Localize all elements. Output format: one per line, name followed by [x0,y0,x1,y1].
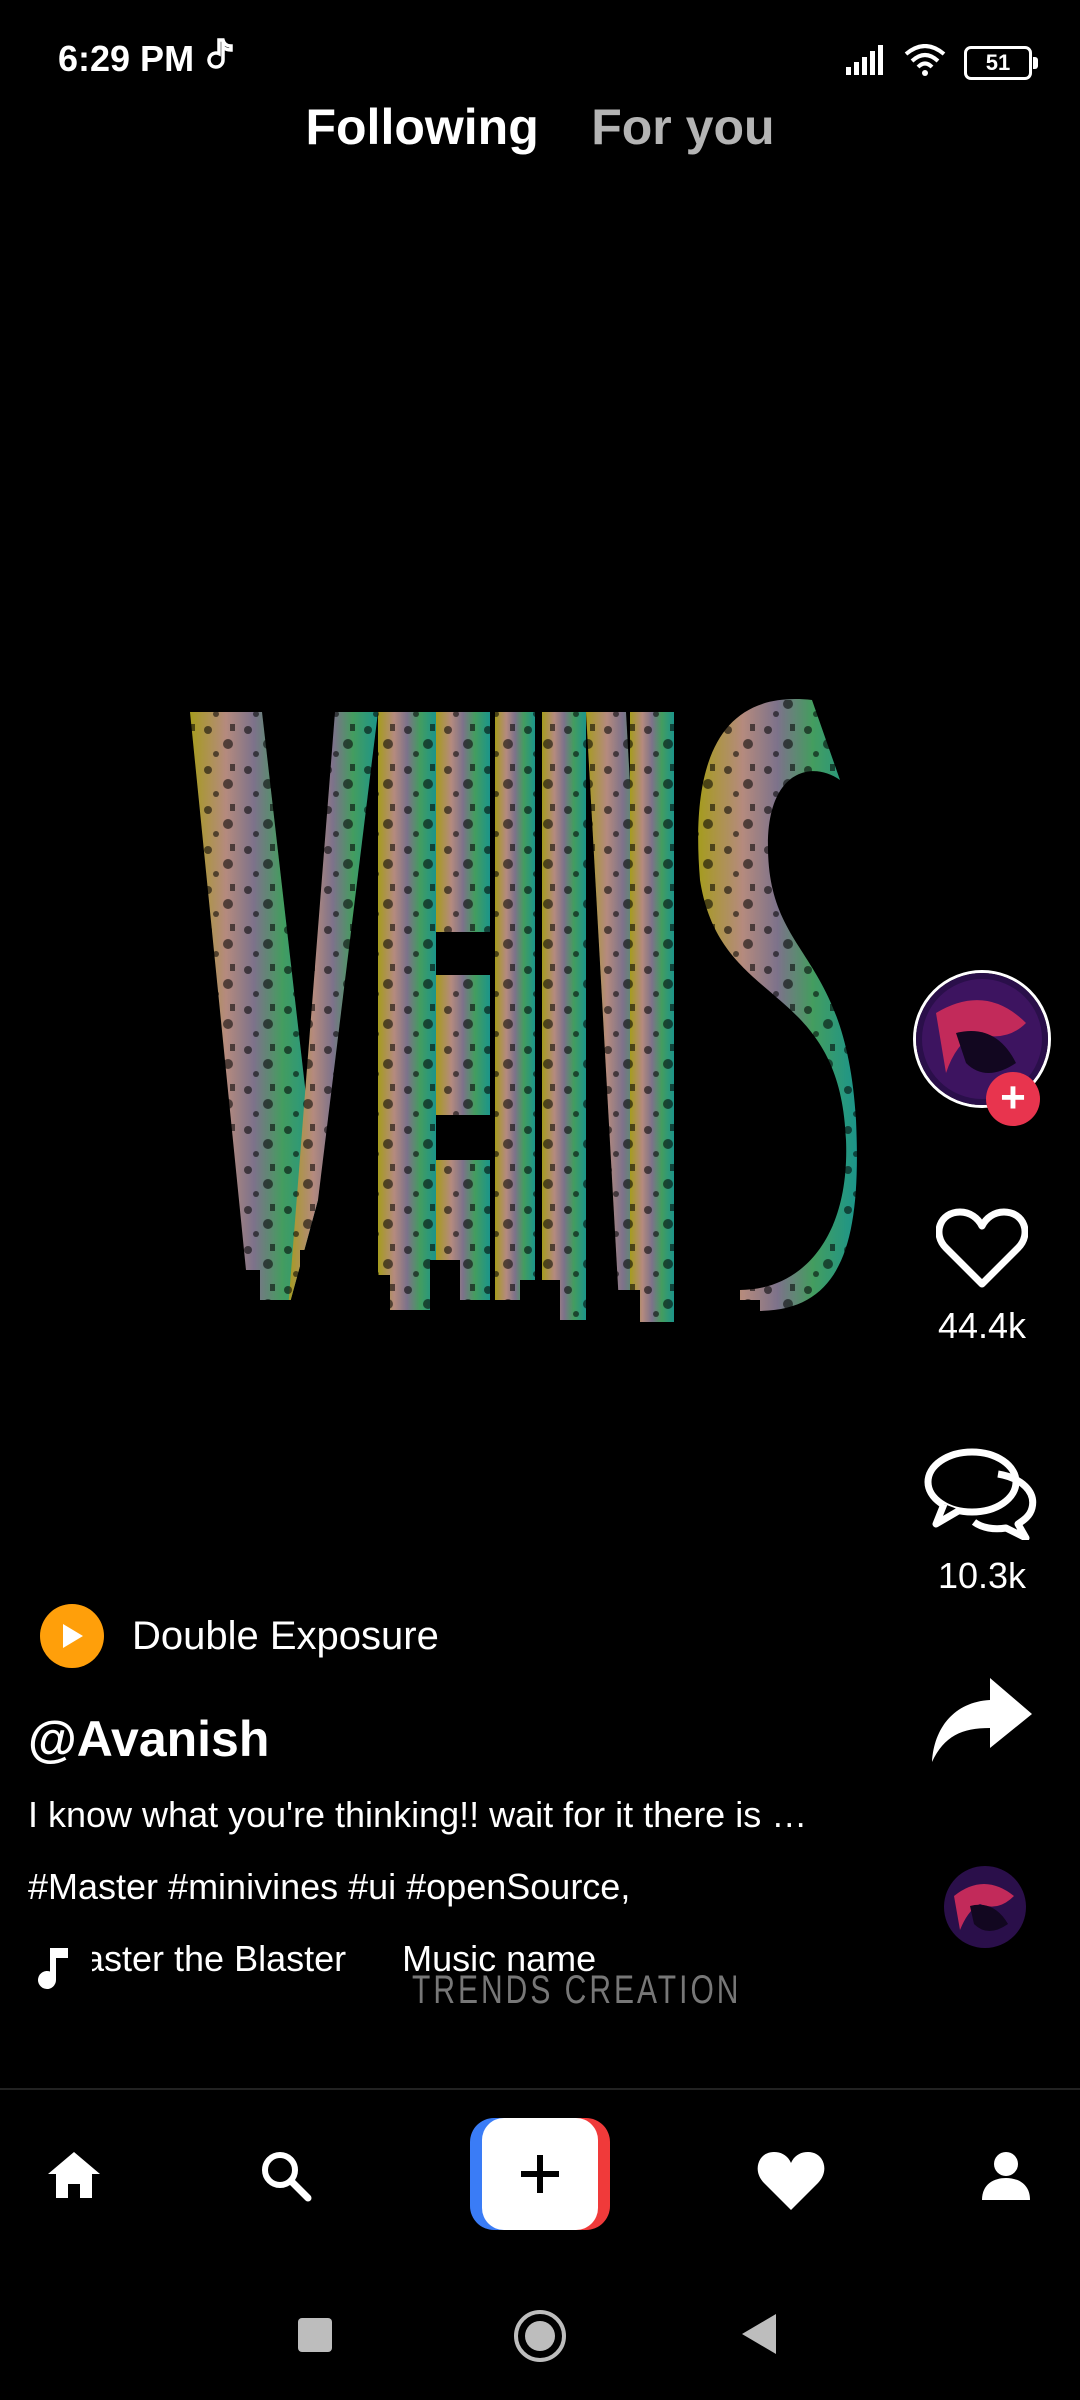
follow-plus-button[interactable]: + [986,1072,1040,1126]
music-title: Master the Blaster [92,1938,347,1979]
system-nav-bar [0,2290,1080,2400]
search-icon[interactable] [260,2150,312,2207]
create-plus-icon[interactable] [470,2118,610,2230]
creator-avatar[interactable]: + [912,970,1052,1126]
share-arrow-icon [928,1678,1036,1770]
home-icon[interactable] [46,2150,102,2205]
post-hashtags[interactable]: #Master #minivines #ui #openSource, [28,1866,630,1908]
battery-icon: 51 [964,45,1038,80]
video-watermark: TRENDS CREATION [412,1968,742,2012]
battery-level: 51 [985,49,1011,75]
tab-for-you[interactable]: For you [591,98,774,156]
back-icon[interactable] [742,2314,776,2354]
wifi-icon [904,44,946,81]
heart-icon[interactable] [756,2150,826,2217]
status-icons: 51 [846,44,1038,81]
like-button[interactable]: 44.4k [912,1206,1052,1347]
music-note-icon [36,1944,70,1995]
recent-apps-icon[interactable] [298,2318,332,2352]
tab-following[interactable]: Following [305,98,538,156]
like-count: 44.4k [937,1305,1027,1346]
comment-bubbles-icon [922,1448,1042,1544]
signal-icon [846,45,886,80]
nav-divider [0,2088,1080,2090]
post-caption[interactable]: I know what you're thinking!! wait for i… [28,1794,858,1836]
creator-username[interactable]: @Avanish [28,1710,269,1768]
create-button-face [482,2118,598,2230]
profile-icon[interactable] [980,2150,1032,2207]
tiktok-note-icon [205,38,235,77]
music-disc-avatar[interactable] [944,1866,1026,1948]
comment-button[interactable]: 10.3k [912,1444,1052,1597]
share-button[interactable] [912,1674,1052,1771]
play-icon [40,1604,104,1668]
sound-title: Double Exposure [132,1613,439,1658]
comment-count: 10.3k [937,1555,1027,1596]
heart-outline-icon [935,1208,1029,1294]
feed-tabs: Following For you [0,98,1080,156]
status-time: 6:29 PM [58,38,195,79]
system-home-icon[interactable] [514,2310,566,2362]
bottom-nav [0,2100,1080,2260]
sound-effect-pill[interactable]: Double Exposure [40,1604,439,1668]
